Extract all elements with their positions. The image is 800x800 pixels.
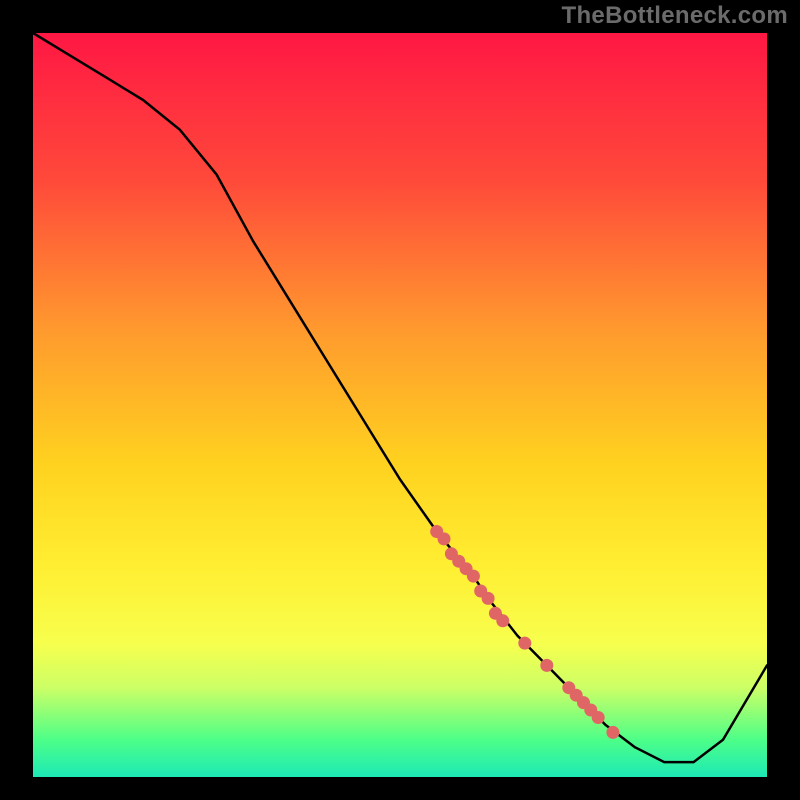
watermark-text: TheBottleneck.com — [562, 2, 788, 30]
plot-area — [33, 33, 767, 777]
marker-dot — [592, 711, 605, 724]
plot-background — [33, 33, 767, 777]
marker-dot — [467, 570, 480, 583]
marker-dot — [518, 637, 531, 650]
chart-svg — [0, 0, 800, 800]
chart-container: TheBottleneck.com — [0, 0, 800, 800]
marker-dot — [482, 592, 495, 605]
marker-dot — [540, 659, 553, 672]
marker-dot — [606, 726, 619, 739]
marker-dot — [438, 532, 451, 545]
marker-dot — [496, 614, 509, 627]
